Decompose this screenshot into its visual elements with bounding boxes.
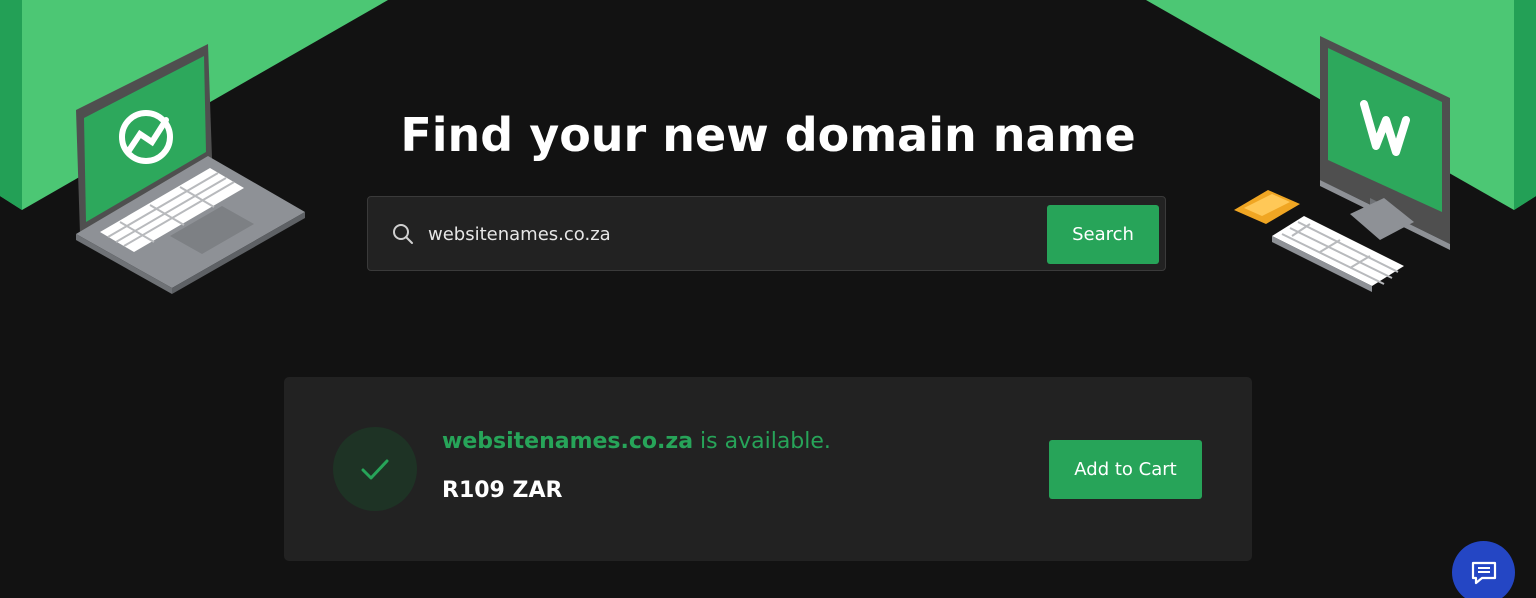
availability-status-text: is available. <box>693 429 831 454</box>
add-to-cart-button[interactable]: Add to Cart <box>1049 440 1202 499</box>
domain-search-input[interactable] <box>428 215 1028 253</box>
chat-icon <box>1471 561 1497 585</box>
domain-search-bar: Search <box>367 196 1166 271</box>
availability-message: websitenames.co.za is available. <box>442 429 831 454</box>
domain-price: R109 ZAR <box>442 478 563 503</box>
search-icon <box>393 224 413 244</box>
chat-widget-button[interactable] <box>1452 541 1515 598</box>
search-button[interactable]: Search <box>1047 205 1159 264</box>
check-icon <box>361 459 389 480</box>
domain-result-card: websitenames.co.za is available. R109 ZA… <box>284 377 1252 561</box>
availability-status-badge <box>333 427 417 511</box>
page: Find your new domain name Search website… <box>0 0 1536 598</box>
page-title: Find your new domain name <box>400 108 1136 162</box>
result-domain: websitenames.co.za <box>442 429 694 454</box>
